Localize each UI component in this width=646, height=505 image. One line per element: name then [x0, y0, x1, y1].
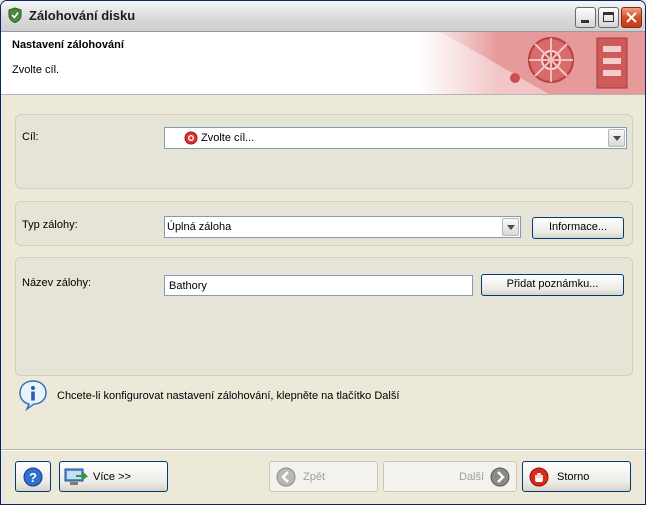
- backup-name-label: Název zálohy:: [22, 277, 92, 289]
- maximize-icon: [603, 12, 614, 22]
- backup-wizard-window: Zálohování disku Nastavení zálohování Zv…: [0, 0, 646, 505]
- back-button[interactable]: Zpět: [269, 461, 378, 492]
- maximize-button[interactable]: [598, 7, 619, 28]
- backup-app-icon: [8, 7, 22, 23]
- backup-name-value: Bathory: [169, 280, 207, 292]
- more-button-label: Více >>: [93, 471, 131, 483]
- close-icon: [626, 12, 637, 23]
- backup-name-input[interactable]: Bathory: [164, 275, 473, 296]
- help-icon: ?: [23, 467, 43, 487]
- next-arrow-icon: [490, 467, 510, 487]
- backup-type-group: Typ zálohy: Úplná záloha Informace...: [15, 201, 633, 246]
- destination-combo[interactable]: Zvolte cíl...: [164, 127, 627, 149]
- destination-warning-icon: [184, 131, 198, 145]
- more-button[interactable]: Více >>: [59, 461, 168, 492]
- minimize-button[interactable]: [575, 7, 596, 28]
- cancel-button-label: Storno: [557, 471, 590, 483]
- computer-settings-icon: [64, 468, 88, 485]
- footer-separator: [1, 449, 645, 451]
- title-bar[interactable]: Zálohování disku: [1, 1, 645, 32]
- stop-hand-icon: [529, 467, 549, 487]
- next-button-label: Další: [459, 471, 485, 483]
- help-button[interactable]: ?: [15, 461, 51, 492]
- backup-type-value: Úplná záloha: [167, 221, 232, 233]
- add-note-button[interactable]: Přidat poznámku...: [481, 274, 624, 296]
- header-title: Nastavení zálohování: [12, 39, 124, 51]
- backup-name-group: Název zálohy: Bathory Přidat poznámku...: [15, 257, 633, 376]
- wizard-header: Nastavení zálohování Zvolte cíl.: [1, 32, 645, 95]
- next-button[interactable]: Další: [383, 461, 517, 492]
- destination-label: Cíl:: [22, 131, 39, 143]
- backup-type-label: Typ zálohy:: [22, 219, 78, 231]
- cancel-button[interactable]: Storno: [522, 461, 631, 492]
- information-icon: [19, 380, 47, 411]
- destination-dropdown-arrow-icon[interactable]: [608, 129, 625, 147]
- back-button-label: Zpět: [303, 471, 326, 483]
- back-arrow-icon: [276, 467, 296, 487]
- vault-door-banner-icon: [419, 32, 645, 94]
- header-subtitle: Zvolte cíl.: [12, 64, 60, 76]
- minimize-icon: [581, 20, 589, 23]
- close-window-button[interactable]: [621, 7, 642, 28]
- backup-type-dropdown-arrow-icon[interactable]: [502, 218, 519, 236]
- backup-type-combo[interactable]: Úplná záloha: [164, 216, 521, 238]
- window-title: Zálohování disku: [29, 8, 136, 23]
- info-message: Chcete-li konfigurovat nastavení zálohov…: [57, 390, 400, 402]
- svg-text:?: ?: [29, 470, 37, 485]
- information-button[interactable]: Informace...: [532, 217, 624, 239]
- destination-value: Zvolte cíl...: [201, 132, 255, 144]
- destination-group: Cíl: Zvolte cíl...: [15, 114, 633, 189]
